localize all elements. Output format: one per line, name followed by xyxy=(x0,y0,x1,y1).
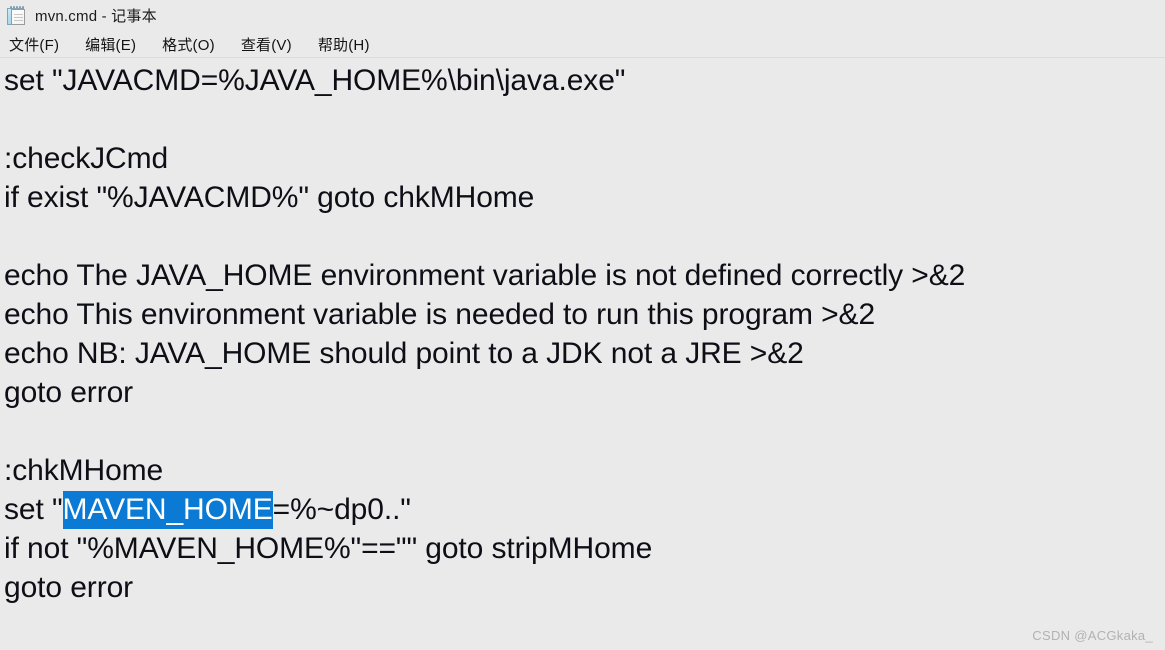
menu-item-help[interactable]: 帮助(H) xyxy=(318,34,370,55)
editor-line: set "MAVEN_HOME=%~dp0.." xyxy=(4,490,1162,529)
menu-bar: 文件(F) 编辑(E) 格式(O) 查看(V) 帮助(H) xyxy=(0,31,1165,57)
title-bar[interactable]: mvn.cmd - 记事本 xyxy=(0,0,1165,31)
window-title: mvn.cmd - 记事本 xyxy=(35,8,157,25)
notepad-front-page xyxy=(11,8,25,25)
editor-line: if not "%MAVEN_HOME%"=="" goto stripMHom… xyxy=(4,532,653,565)
selected-text[interactable]: MAVEN_HOME xyxy=(62,491,273,529)
menu-item-view[interactable]: 查看(V) xyxy=(241,34,292,55)
editor-line: echo The JAVA_HOME environment variable … xyxy=(4,259,966,292)
watermark: CSDN @ACGkaka_ xyxy=(1032,628,1153,643)
notepad-icon xyxy=(6,5,28,27)
editor-line: :checkJCmd xyxy=(4,142,169,175)
menu-item-format[interactable]: 格式(O) xyxy=(162,34,215,55)
menu-item-file[interactable]: 文件(F) xyxy=(9,34,59,55)
editor-line: goto error xyxy=(4,571,134,604)
editor-line: :chkMHome xyxy=(4,454,164,487)
editor-line: goto error xyxy=(4,376,134,409)
line-text: set " xyxy=(4,493,63,526)
editor-line: set "JAVACMD=%JAVA_HOME%\bin\java.exe" xyxy=(4,64,626,97)
editor-line-container: set "JAVACMD=%JAVA_HOME%\bin\java.exe" :… xyxy=(4,61,1162,607)
editor-line: if exist "%JAVACMD%" goto chkMHome xyxy=(4,181,535,214)
line-text: =%~dp0.." xyxy=(272,493,411,526)
editor-line: echo This environment variable is needed… xyxy=(4,298,876,331)
menu-item-edit[interactable]: 编辑(E) xyxy=(85,34,136,55)
editor-text-area[interactable]: set "JAVACMD=%JAVA_HOME%\bin\java.exe" :… xyxy=(0,58,1165,650)
editor-line: echo NB: JAVA_HOME should point to a JDK… xyxy=(4,337,804,370)
